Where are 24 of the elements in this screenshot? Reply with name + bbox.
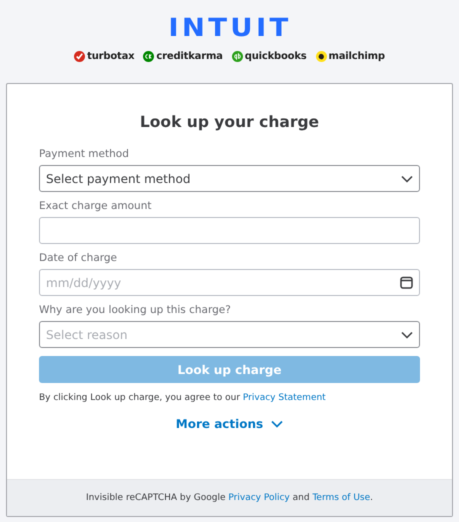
input-field[interactable] xyxy=(39,217,420,244)
dropdown[interactable]: Select reason xyxy=(39,321,420,348)
recaptcha-notice: Invisible reCAPTCHA by Google Privacy Policy and Terms of Use. xyxy=(86,493,374,503)
dropdown[interactable]: Select payment method xyxy=(39,165,420,192)
field-label: Exact charge amount xyxy=(39,200,152,212)
field-label: Date of charge xyxy=(39,252,118,264)
chevron-down-icon xyxy=(401,330,413,338)
more-actions-button[interactable]: More actions xyxy=(176,417,284,431)
calendar-icon xyxy=(400,276,413,289)
brand-name: turbotax xyxy=(87,51,134,62)
intuit-logo: INTUIT xyxy=(168,14,292,42)
date-field[interactable]: mm/dd/yyyy xyxy=(39,269,420,296)
link[interactable]: Privacy Policy xyxy=(228,493,290,503)
brand-name: creditkarma xyxy=(156,51,223,62)
brand-name: quickbooks xyxy=(244,51,307,62)
chevron-down-icon xyxy=(271,420,284,428)
link[interactable]: Privacy Statement xyxy=(242,393,326,403)
consent-text: By clicking Look up charge, you agree to our Privacy Statement xyxy=(39,393,327,403)
field-label: Why are you looking up this charge? xyxy=(39,304,232,316)
field-label: Payment method xyxy=(39,148,130,160)
page-title: Look up your charge xyxy=(138,113,320,131)
brand-name: mailchimp xyxy=(328,51,385,62)
chevron-down-icon xyxy=(401,174,413,182)
link[interactable]: Terms of Use xyxy=(312,493,370,503)
